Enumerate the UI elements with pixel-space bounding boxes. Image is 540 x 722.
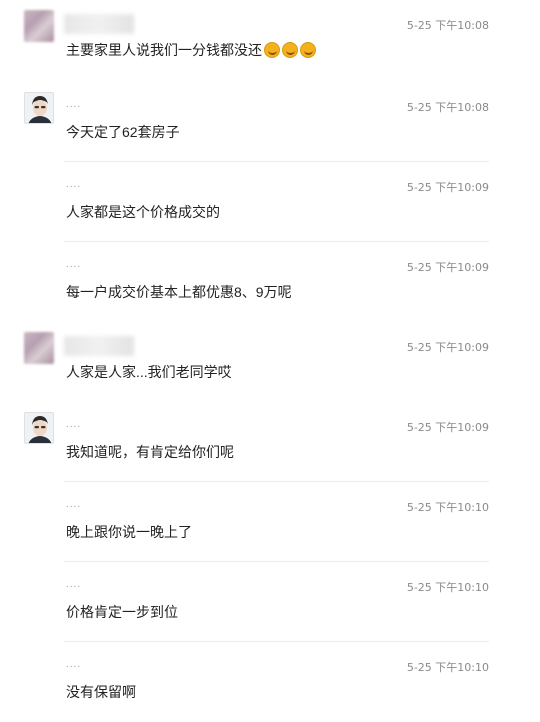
message-text: 主要家里人说我们一分钱都没还: [66, 40, 316, 60]
sender-name: ....: [66, 99, 82, 110]
message-timestamp: 5-25 下午10:09: [406, 181, 489, 194]
message-timestamp: 5-25 下午10:10: [406, 661, 489, 674]
message-item: 5-25 下午10:08 主要家里人说我们一分钱都没还: [0, 0, 540, 80]
message-item: .... 5-25 下午10:09 人家都是这个价格成交的: [0, 162, 540, 242]
user-photo-icon: [25, 93, 53, 123]
message-text: 晚上跟你说一晚上了: [66, 524, 192, 540]
laugh-cry-icon: [282, 42, 298, 58]
laugh-cry-icon: [264, 42, 280, 58]
message-text-content: 主要家里人说我们一分钱都没还: [66, 42, 262, 58]
message-text: 我知道呢，有肯定给你们呢: [66, 444, 234, 460]
message-timestamp: 5-25 下午10:10: [406, 501, 489, 514]
sender-name-blurred: [64, 14, 134, 34]
message-item: 5-25 下午10:09 人家是人家...我们老同学哎: [0, 322, 540, 402]
message-item: .... 5-25 下午10:10 价格肯定一步到位: [0, 562, 540, 642]
message-text: 没有保留啊: [66, 684, 136, 700]
message-text: 今天定了62套房子: [66, 124, 180, 140]
message-timestamp: 5-25 下午10:08: [406, 19, 489, 32]
message-timestamp: 5-25 下午10:09: [406, 261, 489, 274]
sender-name: ....: [66, 579, 82, 590]
message-text: 每一户成交价基本上都优惠8、9万呢: [66, 284, 292, 300]
avatar[interactable]: [24, 92, 54, 124]
sender-name: ....: [66, 419, 82, 430]
sender-name: ....: [66, 179, 82, 190]
message-timestamp: 5-25 下午10:09: [406, 341, 489, 354]
message-item: .... 5-25 下午10:10 晚上跟你说一晚上了: [0, 482, 540, 562]
sender-name: ....: [66, 259, 82, 270]
sender-name-blurred: [64, 336, 134, 356]
laugh-cry-icon: [300, 42, 316, 58]
message-text: 人家是人家...我们老同学哎: [66, 364, 232, 380]
message-item: .... 5-25 下午10:09 我知道呢，有肯定给你们呢: [0, 402, 540, 482]
message-text: 人家都是这个价格成交的: [66, 204, 220, 220]
message-item: .... 5-25 下午10:09 每一户成交价基本上都优惠8、9万呢: [0, 242, 540, 322]
message-timestamp: 5-25 下午10:09: [406, 421, 489, 434]
sender-name: ....: [66, 499, 82, 510]
message-text: 价格肯定一步到位: [66, 604, 178, 620]
message-item: .... 5-25 下午10:08 今天定了62套房子: [0, 82, 540, 162]
message-timestamp: 5-25 下午10:10: [406, 581, 489, 594]
avatar[interactable]: [24, 412, 54, 444]
avatar[interactable]: [24, 332, 54, 364]
message-item: .... 5-25 下午10:10 没有保留啊: [0, 642, 540, 722]
message-timestamp: 5-25 下午10:08: [406, 101, 489, 114]
sender-name: ....: [66, 659, 82, 670]
avatar[interactable]: [24, 10, 54, 42]
user-photo-icon: [25, 413, 53, 443]
